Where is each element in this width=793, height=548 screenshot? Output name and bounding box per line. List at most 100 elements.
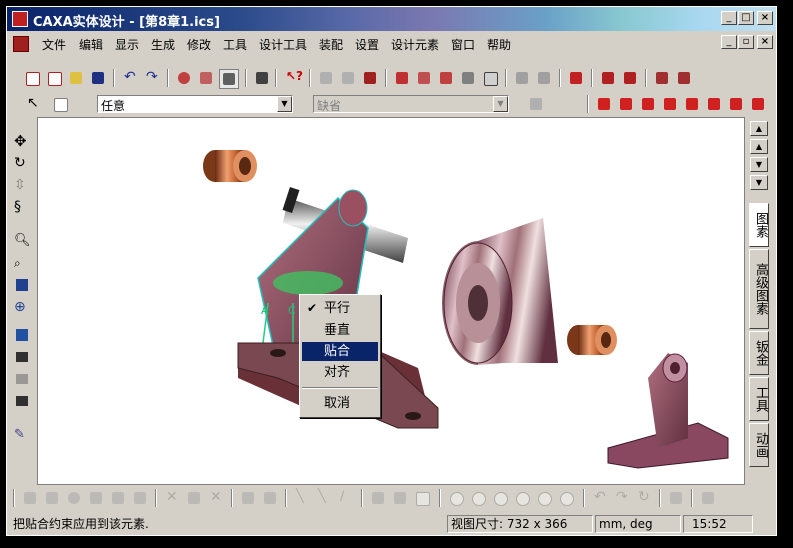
- camera-orbit-icon[interactable]: [14, 327, 30, 343]
- menu-window[interactable]: 窗口: [451, 36, 475, 53]
- rotate-view-icon[interactable]: [175, 69, 193, 87]
- trim-icon[interactable]: [185, 489, 203, 507]
- circle-3-icon[interactable]: [491, 489, 509, 507]
- select-box-icon[interactable]: [51, 95, 69, 113]
- split-icon[interactable]: ✕: [207, 489, 225, 507]
- tab-advanced-primitives[interactable]: 高级图素: [749, 249, 769, 329]
- tab-animation[interactable]: 动画: [749, 423, 769, 467]
- fit-icon[interactable]: [14, 277, 30, 293]
- sketch-icon[interactable]: [43, 489, 61, 507]
- lock-icon[interactable]: [219, 69, 239, 89]
- cube-view-5-icon[interactable]: [683, 95, 701, 113]
- undo-icon[interactable]: ↶: [121, 69, 139, 87]
- close-button[interactable]: ×: [757, 11, 773, 25]
- style-combo[interactable]: 缺省 ▼: [313, 95, 509, 113]
- hatch2-icon[interactable]: [675, 69, 693, 87]
- spline-icon[interactable]: ∕: [337, 489, 355, 507]
- rotate-arc-icon[interactable]: ↻: [635, 489, 653, 507]
- bushing-part-1[interactable]: [203, 150, 257, 182]
- scroll-bottom-icon[interactable]: ▼: [750, 175, 768, 190]
- move-part-icon[interactable]: [393, 69, 411, 87]
- find-icon[interactable]: [253, 69, 271, 87]
- line-icon[interactable]: ╲: [293, 489, 311, 507]
- select-arrow-icon[interactable]: ↖: [23, 95, 41, 113]
- menu-item-perpendicular[interactable]: 垂直: [302, 321, 378, 340]
- menu-item-parallel[interactable]: ✔ 平行: [302, 299, 378, 318]
- render-icon[interactable]: [599, 69, 617, 87]
- face-icon[interactable]: [481, 69, 499, 87]
- new-icon[interactable]: [23, 69, 41, 87]
- menu-assembly[interactable]: 装配: [319, 36, 343, 53]
- fillet-icon[interactable]: [239, 489, 257, 507]
- document-icon[interactable]: [13, 36, 29, 52]
- tab-sheet-metal[interactable]: 钣金: [749, 331, 769, 375]
- title-bar[interactable]: CAXA实体设计 - [第8章1.ics] _ □ ×: [7, 7, 776, 31]
- render-shaded-icon[interactable]: [621, 69, 639, 87]
- wrench-icon[interactable]: [667, 489, 685, 507]
- redo-icon[interactable]: ↷: [143, 69, 161, 87]
- arc-icon[interactable]: ╲: [315, 489, 333, 507]
- wrap-icon[interactable]: [459, 69, 477, 87]
- chevron-down-icon[interactable]: ▼: [493, 96, 508, 112]
- walk-icon[interactable]: ⇳: [14, 177, 30, 193]
- bushing-part-2[interactable]: [567, 325, 617, 355]
- sweep-icon[interactable]: [87, 489, 105, 507]
- chamfer-icon[interactable]: [261, 489, 279, 507]
- zoom-icon[interactable]: 🔍︎: [14, 233, 31, 249]
- cube-view-1-icon[interactable]: [595, 95, 613, 113]
- camera-fit-icon[interactable]: [14, 393, 30, 409]
- light-icon[interactable]: [317, 69, 335, 87]
- menu-tools[interactable]: 工具: [223, 36, 247, 53]
- scroll-up-icon[interactable]: ▲: [750, 139, 768, 154]
- thicken-icon[interactable]: [131, 489, 149, 507]
- cube-view-3-icon[interactable]: [639, 95, 657, 113]
- tab-primitives[interactable]: 图素: [749, 203, 769, 247]
- extrude-icon[interactable]: [21, 489, 39, 507]
- design-viewport[interactable]: A C: [37, 117, 745, 485]
- pan-icon[interactable]: §: [14, 199, 30, 215]
- flag-icon[interactable]: [535, 69, 553, 87]
- open-icon[interactable]: [67, 69, 85, 87]
- point-icon[interactable]: [369, 489, 387, 507]
- cube-view-8-icon[interactable]: [749, 95, 767, 113]
- text-icon[interactable]: [513, 69, 531, 87]
- arrow-red-icon[interactable]: [567, 69, 585, 87]
- redo-arc-icon[interactable]: ↷: [613, 489, 631, 507]
- cut-icon[interactable]: ✕: [163, 489, 181, 507]
- menu-settings[interactable]: 设置: [355, 36, 379, 53]
- cube-view-7-icon[interactable]: [727, 95, 745, 113]
- circle-4-icon[interactable]: [513, 489, 531, 507]
- cube-view-4-icon[interactable]: [661, 95, 679, 113]
- doc-minimize-button[interactable]: _: [721, 35, 737, 49]
- pencil-icon[interactable]: ✎: [14, 427, 30, 443]
- menu-file[interactable]: 文件: [42, 36, 66, 53]
- new-design-icon[interactable]: [45, 69, 63, 87]
- target-icon[interactable]: ⊕: [14, 299, 30, 315]
- material-icon[interactable]: [339, 69, 357, 87]
- menu-generate[interactable]: 生成: [151, 36, 175, 53]
- rect-icon[interactable]: [413, 489, 431, 507]
- cube-view-6-icon[interactable]: [705, 95, 723, 113]
- camera-icon[interactable]: [14, 349, 30, 365]
- menu-view[interactable]: 显示: [115, 36, 139, 53]
- revolve-icon[interactable]: [65, 489, 83, 507]
- help-pointer-icon[interactable]: ↖?: [283, 69, 303, 87]
- camera-pan-icon[interactable]: [14, 371, 30, 387]
- menu-item-cancel[interactable]: 取消: [302, 394, 378, 413]
- link-icon[interactable]: [391, 489, 409, 507]
- circle-6-icon[interactable]: [557, 489, 575, 507]
- rotate-icon[interactable]: ↻: [14, 155, 30, 171]
- loft-icon[interactable]: [109, 489, 127, 507]
- menu-modify[interactable]: 修改: [187, 36, 211, 53]
- wheel-part[interactable]: [442, 218, 558, 365]
- move-icon[interactable]: ✥: [14, 133, 30, 149]
- maximize-button[interactable]: □: [738, 11, 754, 25]
- doc-close-button[interactable]: ×: [757, 35, 773, 49]
- menu-edit[interactable]: 编辑: [79, 36, 103, 53]
- chevron-down-icon[interactable]: ▼: [277, 96, 292, 112]
- minimize-button[interactable]: _: [721, 11, 737, 25]
- circle-2-icon[interactable]: [469, 489, 487, 507]
- scale-icon[interactable]: [197, 69, 215, 87]
- fix-icon[interactable]: [699, 489, 717, 507]
- hatch-icon[interactable]: [653, 69, 671, 87]
